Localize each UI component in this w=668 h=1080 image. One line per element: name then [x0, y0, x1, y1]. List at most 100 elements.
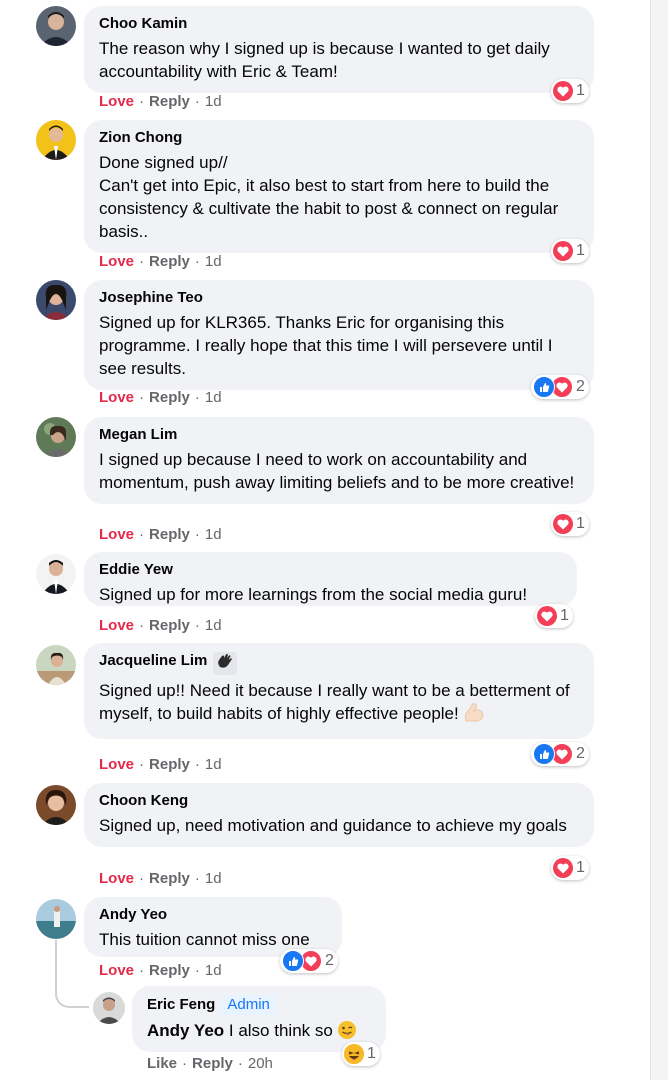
reply-text-body: I also think so	[224, 1021, 333, 1040]
timestamp[interactable]: 1d	[205, 389, 222, 406]
comment-bubble: Choo Kamin The reason why I signed up is…	[84, 6, 594, 93]
avatar[interactable]	[36, 645, 76, 685]
mention-link[interactable]: Andy Yeo	[147, 1021, 224, 1040]
reply-button[interactable]: Reply	[149, 253, 190, 270]
comment-text: Signed up for more learnings from the so…	[99, 585, 528, 604]
avatar[interactable]	[36, 280, 76, 320]
comment-bubble: Eddie Yew Signed up for more learnings f…	[84, 552, 577, 606]
comment-actions: Love · Reply · 1d	[99, 93, 222, 110]
avatar[interactable]	[36, 417, 76, 457]
like-reaction-icon	[533, 376, 555, 398]
avatar[interactable]	[36, 785, 76, 825]
reaction-summary[interactable]: 1	[342, 1042, 380, 1066]
avatar[interactable]	[36, 120, 76, 160]
timestamp[interactable]: 1d	[205, 93, 222, 110]
timestamp[interactable]: 1d	[205, 962, 222, 979]
author-name[interactable]: Eddie Yew	[99, 561, 562, 579]
avatar[interactable]	[36, 554, 76, 594]
love-button[interactable]: Love	[99, 756, 134, 773]
reaction-summary[interactable]: 1	[535, 604, 573, 628]
comment-text: Signed up, need motivation and guidance …	[99, 816, 567, 835]
comment-actions: Love · Reply · 1d	[99, 389, 222, 406]
reaction-count: 2	[576, 745, 585, 762]
love-button[interactable]: Love	[99, 617, 134, 634]
comment-text: Signed up!! Need it because I really wan…	[99, 679, 579, 729]
love-button[interactable]: Love	[99, 870, 134, 887]
heart-reaction-icon	[553, 514, 573, 534]
timestamp[interactable]: 1d	[205, 253, 222, 270]
reaction-summary[interactable]: 1	[551, 239, 589, 263]
reply-button[interactable]: Reply	[149, 962, 190, 979]
author-name[interactable]: Choon Keng	[99, 792, 579, 810]
comment-bubble: Megan Lim I signed up because I need to …	[84, 417, 594, 504]
comment-bubble: Josephine Teo Signed up for KLR365. Than…	[84, 280, 594, 390]
reply-bubble: Eric Feng Admin Andy Yeo I also think so	[132, 986, 386, 1052]
comment-actions: Love · Reply · 1d	[99, 253, 222, 270]
author-name-text[interactable]: Eric Feng	[147, 996, 215, 1013]
avatar[interactable]	[93, 992, 125, 1024]
reply-button[interactable]: Reply	[149, 93, 190, 110]
heart-reaction-icon	[553, 81, 573, 101]
love-button[interactable]: Love	[99, 389, 134, 406]
reaction-summary[interactable]: 1	[551, 512, 589, 536]
reaction-count: 1	[576, 859, 585, 876]
love-button[interactable]: Love	[99, 93, 134, 110]
like-reaction-icon	[533, 743, 555, 765]
reply-button[interactable]: Reply	[192, 1055, 233, 1072]
author-name[interactable]: Josephine Teo	[99, 289, 579, 307]
avatar[interactable]	[36, 899, 76, 939]
admin-badge: Admin	[221, 995, 276, 1015]
waving-hand-icon	[213, 652, 238, 675]
comment-text-body: Signed up!! Need it because I really wan…	[99, 681, 570, 723]
timestamp[interactable]: 1d	[205, 526, 222, 543]
comment-text: The reason why I signed up is because I …	[99, 39, 550, 81]
timestamp[interactable]: 20h	[248, 1055, 273, 1072]
comment-text: Done signed up// Can't get into Epic, it…	[99, 153, 559, 241]
timestamp[interactable]: 1d	[205, 756, 222, 773]
comment-actions: Love · Reply · 1d	[99, 962, 222, 979]
reply-button[interactable]: Reply	[149, 756, 190, 773]
comment-bubble: Zion Chong Done signed up// Can't get in…	[84, 120, 594, 253]
comment-bubble: Jacqueline Lim Signed up!! Need it becau…	[84, 643, 594, 739]
reaction-count: 1	[560, 607, 569, 624]
comment-bubble: Choon Keng Signed up, need motivation an…	[84, 783, 594, 847]
author-name[interactable]: Andy Yeo	[99, 906, 327, 924]
reply-button[interactable]: Reply	[149, 389, 190, 406]
comment-actions: Love · Reply · 1d	[99, 617, 222, 634]
reaction-count: 1	[576, 242, 585, 259]
comment-text: This tuition cannot miss one	[99, 930, 310, 949]
reaction-count: 2	[576, 378, 585, 395]
like-button[interactable]: Like	[147, 1055, 177, 1072]
reaction-count: 1	[576, 515, 585, 532]
timestamp[interactable]: 1d	[205, 617, 222, 634]
reaction-summary[interactable]: 1	[551, 856, 589, 880]
reaction-summary[interactable]: 2	[280, 949, 338, 973]
comment-actions: Love · Reply · 1d	[99, 870, 222, 887]
reply-actions: Like · Reply · 20h	[147, 1055, 273, 1072]
author-name-text[interactable]: Jacqueline Lim	[99, 652, 207, 669]
timestamp[interactable]: 1d	[205, 870, 222, 887]
author-name[interactable]: Megan Lim	[99, 426, 579, 444]
love-button[interactable]: Love	[99, 253, 134, 270]
haha-reaction-icon	[344, 1044, 364, 1064]
comment-actions: Love · Reply · 1d	[99, 526, 222, 543]
reaction-summary[interactable]: 1	[551, 79, 589, 103]
author-name[interactable]: Choo Kamin	[99, 15, 579, 33]
author-name[interactable]: Zion Chong	[99, 129, 579, 147]
love-button[interactable]: Love	[99, 526, 134, 543]
comment-actions: Love · Reply · 1d	[99, 756, 222, 773]
reply-button[interactable]: Reply	[149, 526, 190, 543]
author-name: Eric Feng Admin	[147, 995, 371, 1015]
love-button[interactable]: Love	[99, 962, 134, 979]
comment-bubble: Andy Yeo This tuition cannot miss one	[84, 897, 342, 957]
reply-thread-line	[55, 940, 89, 1008]
reaction-count: 2	[325, 952, 334, 969]
reaction-summary[interactable]: 2	[531, 375, 589, 399]
reply-button[interactable]: Reply	[149, 870, 190, 887]
comment-text: I signed up because I need to work on ac…	[99, 450, 575, 492]
reply-button[interactable]: Reply	[149, 617, 190, 634]
reaction-summary[interactable]: 2	[531, 742, 589, 766]
reaction-count: 1	[367, 1045, 376, 1062]
scrollbar[interactable]	[650, 0, 668, 1080]
avatar[interactable]	[36, 6, 76, 46]
